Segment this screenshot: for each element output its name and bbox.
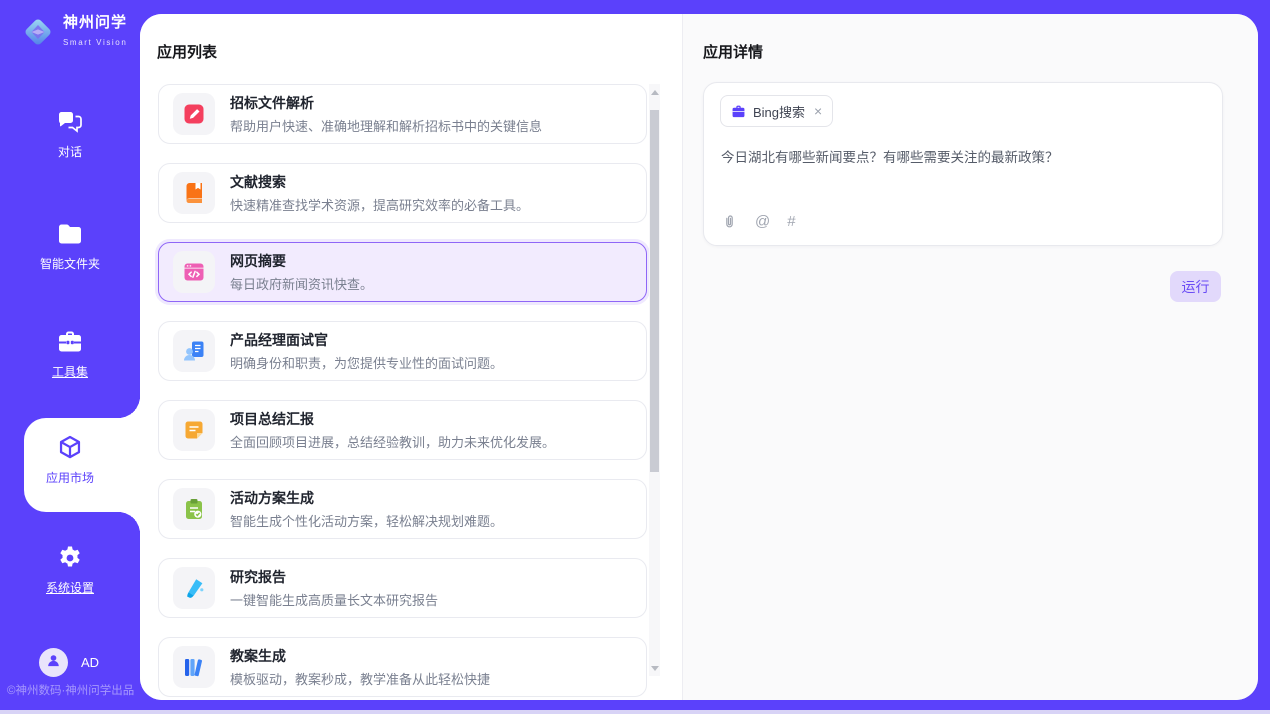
app-card-title: 项目总结汇报 [230,409,555,429]
app-card-description: 智能生成个性化活动方案，轻松解决规划难题。 [230,511,503,530]
run-button[interactable]: 运行 [1170,271,1221,302]
app-card-title: 产品经理面试官 [230,330,503,350]
briefcase-icon [731,104,746,119]
app-card-title: 文献搜索 [230,172,529,192]
app-card-project-summary[interactable]: 项目总结汇报全面回顾项目进展，总结经验教训，助力未来优化发展。 [158,400,647,460]
books-icon [173,646,215,688]
sidebar-item-label: 应用市场 [0,469,140,486]
sidebar-item-smart-folder[interactable]: 智能文件夹 [0,220,140,272]
tool-tag-label: Bing搜索 [753,102,805,121]
prompt-toolbar: @# [721,213,796,230]
book-icon [173,172,215,214]
research-icon [173,567,215,609]
app-card-pm-interviewer[interactable]: 产品经理面试官明确身份和职责，为您提供专业性的面试问题。 [158,321,647,381]
app-card-title: 教案生成 [230,646,490,666]
cube-icon [0,434,140,463]
sidebar-item-label: 系统设置 [0,579,140,596]
sidebar-item-label: 智能文件夹 [0,255,140,272]
sidebar-item-chat[interactable]: 对话 [0,108,140,160]
user-initials: AD [81,655,99,670]
person-icon [45,652,62,674]
prompt-input[interactable]: 今日湖北有哪些新闻要点？有哪些需要关注的最新政策？ [721,146,1206,166]
app-card-lesson-plan[interactable]: 教案生成模板驱动，教案秒成，教学准备从此轻松快捷 [158,637,647,697]
app-list-title: 应用列表 [157,41,217,62]
chat-icon [0,108,140,137]
sidebar: 神州问学 Smart Vision 对话智能文件夹工具集应用市场系统设置 AD … [0,0,140,714]
app-card-title: 研究报告 [230,567,438,587]
app-card-description: 快速精准查找学术资源，提高研究效率的必备工具。 [230,195,529,214]
paperclip-icon[interactable] [721,213,738,230]
app-card-title: 活动方案生成 [230,488,503,508]
app-card-web-summary[interactable]: 网页摘要每日政府新闻资讯快查。 [158,242,647,302]
app-card-description: 明确身份和职责，为您提供专业性的面试问题。 [230,353,503,372]
tool-tag-bing-search[interactable]: Bing搜索 × [720,95,833,127]
app-card-list: 招标文件解析帮助用户快速、准确地理解和解析招标书中的关键信息文献搜索快速精准查找… [158,84,647,700]
interviewer-icon [173,330,215,372]
browser-code-icon [173,251,215,293]
app-card-research-report[interactable]: 研究报告一键智能生成高质量长文本研究报告 [158,558,647,618]
app-card-title: 网页摘要 [230,251,373,271]
sidebar-nav: 对话智能文件夹工具集应用市场系统设置 [0,0,140,714]
sidebar-item-toolset[interactable]: 工具集 [0,328,140,380]
app-card-literature-search[interactable]: 文献搜索快速精准查找学术资源，提高研究效率的必备工具。 [158,163,647,223]
app-card-description: 每日政府新闻资讯快查。 [230,274,373,293]
tag-close-icon[interactable]: × [814,104,822,118]
app-list-section: 应用列表 招标文件解析帮助用户快速、准确地理解和解析招标书中的关键信息文献搜索快… [140,14,682,700]
app-card-description: 模板驱动，教案秒成，教学准备从此轻松快捷 [230,669,490,688]
app-card-description: 全面回顾项目进展，总结经验教训，助力未来优化发展。 [230,432,555,451]
prompt-card: Bing搜索 × 今日湖北有哪些新闻要点？有哪些需要关注的最新政策？ @# [703,82,1223,246]
app-detail-section: 应用详情 Bing搜索 × 今日湖北有哪些新闻要点？有哪些需要关注的最新政策？ … [682,14,1258,700]
scrollbar-down-arrow-icon[interactable] [649,662,660,674]
app-card-description: 一键智能生成高质量长文本研究报告 [230,590,438,609]
copyright-text: ©神州数码·神州问学出品 [7,682,134,698]
sidebar-item-system-settings[interactable]: 系统设置 [0,544,140,596]
app-detail-title: 应用详情 [703,41,763,62]
app-card-bid-doc-analysis[interactable]: 招标文件解析帮助用户快速、准确地理解和解析招标书中的关键信息 [158,84,647,144]
note-icon [173,409,215,451]
gear-icon [0,544,140,573]
clipboard-icon [173,488,215,530]
main-panel: 应用列表 招标文件解析帮助用户快速、准确地理解和解析招标书中的关键信息文献搜索快… [140,14,1258,700]
app-card-event-plan[interactable]: 活动方案生成智能生成个性化活动方案，轻松解决规划难题。 [158,479,647,539]
app-card-description: 帮助用户快速、准确地理解和解析招标书中的关键信息 [230,116,542,135]
hash-icon[interactable]: # [787,213,795,230]
scrollbar-thumb[interactable] [650,110,659,472]
app-card-title: 招标文件解析 [230,93,542,113]
scrollbar[interactable] [649,84,660,676]
user-row[interactable]: AD [39,648,99,677]
scrollbar-up-arrow-icon[interactable] [649,86,660,98]
folder-icon [0,220,140,249]
bottom-strip [0,710,1270,714]
pen-square-icon [173,93,215,135]
user-avatar[interactable] [39,648,68,677]
toolbox-icon [0,328,140,357]
sidebar-item-label: 工具集 [0,363,140,380]
sidebar-item-app-market[interactable]: 应用市场 [0,434,140,486]
at-icon[interactable]: @ [755,213,770,230]
sidebar-item-label: 对话 [0,143,140,160]
